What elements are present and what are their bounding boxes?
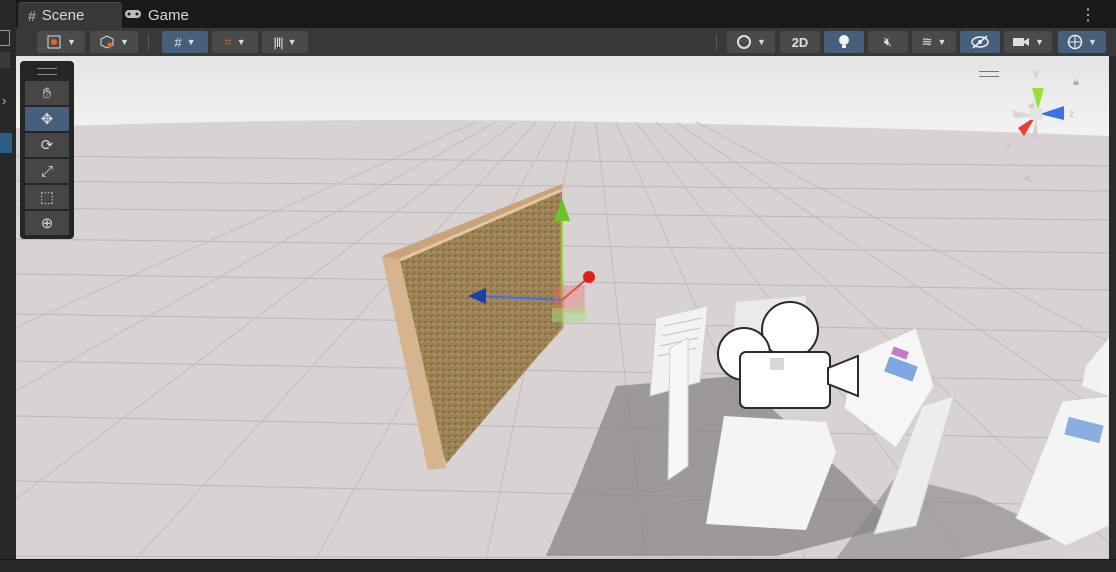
effects-layers-icon: ≋ <box>921 34 933 49</box>
rotate-tool-button[interactable]: ⟳ <box>25 133 69 157</box>
bottom-panel-border <box>0 559 1116 572</box>
chevron-down-icon: ▼ <box>757 37 766 47</box>
orientation-gizmo[interactable]: 🔒︎ y z x < <box>979 62 1088 186</box>
mode-2d-label: 2D <box>791 34 809 50</box>
tab-scene-label: Scene <box>41 7 85 24</box>
chevron-down-icon: ▼ <box>1088 37 1097 47</box>
panel-toggle-icon[interactable] <box>0 30 10 46</box>
chevron-down-icon: ▼ <box>67 37 76 47</box>
cube-icon <box>100 35 114 49</box>
scale-tool-button[interactable]: ⤢ <box>25 159 69 183</box>
shading-mode-dropdown[interactable]: ▼ <box>90 31 138 53</box>
audio-toggle[interactable]: 🔇︎ <box>868 31 908 53</box>
draw-mode-dropdown[interactable]: ▼ <box>37 31 85 53</box>
selected-row-marker <box>0 133 12 153</box>
scale-icon: ⤢ <box>40 162 53 180</box>
chevron-down-icon: ▼ <box>120 37 129 47</box>
gamepad-icon <box>124 7 142 23</box>
move-tool-button[interactable]: ✥ <box>25 107 69 131</box>
chevron-down-icon: ▼ <box>186 37 196 47</box>
increment-snap-dropdown[interactable]: ⌗ ▼ <box>212 31 258 53</box>
chevron-down-icon: ▼ <box>1035 37 1044 47</box>
transform-icon: ⊕ <box>40 215 54 232</box>
chevron-down-icon: ▼ <box>937 37 947 47</box>
window-tab-bar: # Scene Game ⋮ <box>16 0 1116 28</box>
ruler-icon: |‖| <box>273 34 283 50</box>
tab-game-label: Game <box>148 6 189 24</box>
expand-chevron-icon[interactable]: › <box>2 93 6 108</box>
scene-toolbar: ▼ ▼ # ▼ ⌗ ▼ |‖| ▼ ▼ 2D 🔇︎ ≋ ▼ ▼ ▼ <box>16 28 1116 57</box>
move-arrows-icon: ✥ <box>40 111 54 128</box>
rect-tool-button[interactable]: ⬚ <box>25 185 69 209</box>
tab-scene[interactable]: # Scene <box>18 2 122 28</box>
tab-game[interactable]: Game <box>124 2 224 28</box>
left-panel-strip: › <box>0 0 17 571</box>
lighting-toggle[interactable] <box>824 31 864 53</box>
camera-settings-dropdown[interactable]: ▼ <box>1004 31 1052 53</box>
hand-tool-button[interactable]: ✋︎ <box>25 81 69 105</box>
mode-2d-toggle[interactable]: 2D <box>780 31 820 53</box>
transform-tool-button[interactable]: ⊕ <box>25 211 69 235</box>
gizmo-z-label: z <box>1069 109 1074 120</box>
chevron-down-icon: ▼ <box>236 37 246 47</box>
lightbulb-icon <box>839 35 849 48</box>
draw-mode-icon <box>47 35 61 49</box>
gizmos-dropdown[interactable]: ▼ <box>1058 31 1106 53</box>
gizmos-globe-icon <box>1067 34 1083 50</box>
scene-visibility-toggle[interactable] <box>960 31 1000 53</box>
scene-viewport[interactable]: 🔒︎ y z x < <box>16 56 1109 559</box>
gizmo-y-label: y <box>1034 68 1039 79</box>
chevron-down-icon: ▼ <box>287 37 297 47</box>
rotate-icon: ⟳ <box>40 137 54 154</box>
hidden-eye-icon <box>971 35 989 49</box>
snap-icon: ⌗ <box>224 34 232 49</box>
rect-transform-icon: ⬚ <box>39 189 55 206</box>
gizmo-x-label: x <box>1006 140 1011 151</box>
scene-render <box>16 56 1109 559</box>
grid-hash-icon: # <box>28 7 36 24</box>
panel-menu-icon[interactable] <box>0 52 10 68</box>
tool-palette: ✋︎ ✥ ⟳ ⤢ ⬚ ⊕ <box>20 61 74 239</box>
effects-dropdown[interactable]: ≋ ▼ <box>912 31 956 53</box>
camera-icon <box>1013 38 1030 46</box>
ruler-dropdown[interactable]: |‖| ▼ <box>262 31 308 53</box>
gizmo-menu-icon[interactable] <box>979 71 999 77</box>
palette-drag-handle[interactable] <box>37 68 57 75</box>
perspective-chevron-icon[interactable]: < <box>1024 170 1032 186</box>
lock-icon[interactable]: 🔒︎ <box>1073 76 1079 89</box>
grid-snap-toggle[interactable]: # ▼ <box>162 31 208 53</box>
render-mode-dropdown[interactable]: ▼ <box>727 31 775 53</box>
more-options-icon[interactable]: ⋮ <box>1080 5 1096 25</box>
mute-speaker-icon: 🔇︎ <box>883 34 893 49</box>
viewport-scrollbar[interactable] <box>1109 56 1116 559</box>
sphere-icon <box>737 35 752 49</box>
hand-icon: ✋︎ <box>42 84 52 102</box>
grid-snap-icon: # <box>174 34 182 50</box>
